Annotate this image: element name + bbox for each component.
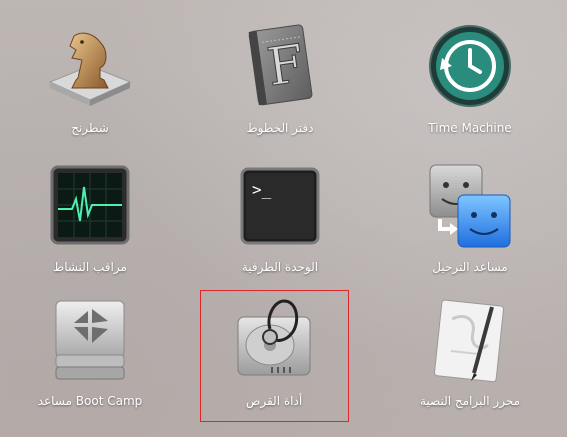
activity-monitor-icon bbox=[50, 165, 130, 245]
app-disk-utility[interactable]: أداة القرص bbox=[184, 293, 364, 409]
app-label: مساعد الترحيل bbox=[432, 260, 508, 274]
chess-knight-icon bbox=[48, 32, 132, 106]
app-time-machine[interactable]: Time Machine bbox=[380, 20, 560, 136]
migration-assistant-icon bbox=[429, 164, 511, 248]
app-activity-monitor[interactable]: مراقب النشاط bbox=[0, 159, 180, 275]
app-font-book[interactable]: F دفتر الخطوط bbox=[190, 20, 370, 136]
app-label: Time Machine bbox=[428, 121, 512, 135]
app-label: دفتر الخطوط bbox=[246, 121, 314, 135]
app-script-editor[interactable]: محرر البرامج النصية bbox=[380, 293, 560, 409]
app-boot-camp-assistant[interactable]: مساعد Boot Camp bbox=[0, 293, 180, 409]
app-label: مساعد Boot Camp bbox=[37, 394, 143, 408]
app-label: أداة القرص bbox=[245, 394, 303, 408]
script-editor-icon bbox=[434, 299, 505, 383]
app-terminal[interactable]: >_ الوحدة الطرفية bbox=[190, 159, 370, 275]
terminal-icon: >_ bbox=[240, 167, 320, 245]
disk-utility-icon bbox=[237, 299, 311, 376]
app-chess[interactable]: شطرنج bbox=[0, 20, 180, 136]
terminal-prompt: >_ bbox=[252, 180, 272, 199]
font-book-icon: F bbox=[248, 24, 313, 106]
app-label: الوحدة الطرفية bbox=[241, 260, 319, 274]
boot-camp-icon bbox=[55, 300, 125, 380]
app-label: محرر البرامج النصية bbox=[419, 394, 521, 408]
app-migration-assistant[interactable]: مساعد الترحيل bbox=[380, 159, 560, 275]
app-label: شطرنج bbox=[71, 121, 109, 135]
time-machine-icon bbox=[429, 25, 511, 107]
app-label: مراقب النشاط bbox=[53, 260, 127, 274]
